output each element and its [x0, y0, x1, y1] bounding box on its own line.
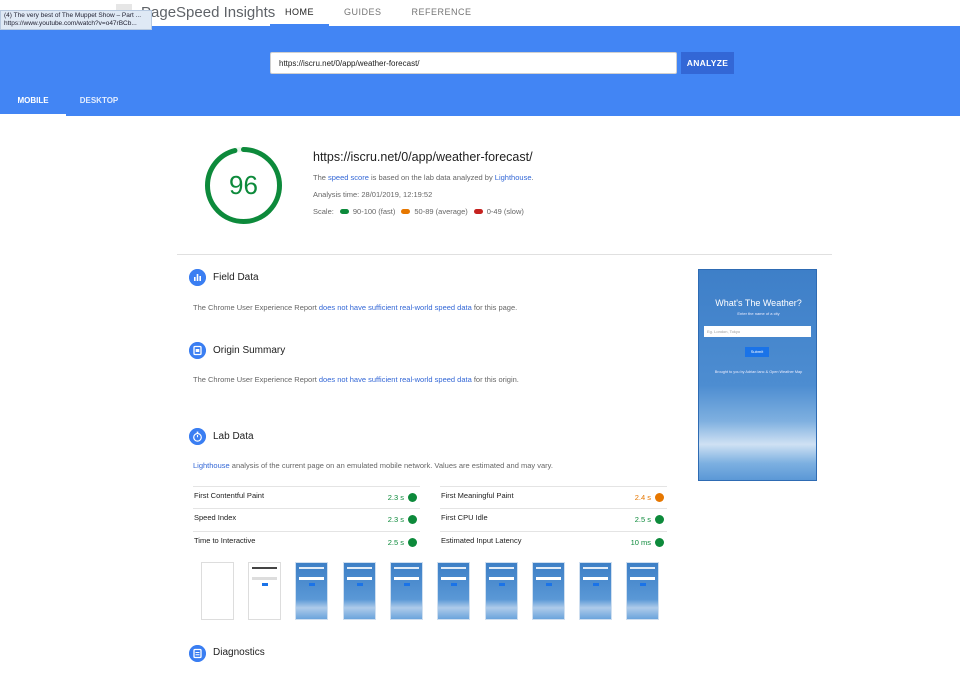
- filmstrip-frame: [437, 562, 470, 620]
- desc-text-pre: The: [313, 173, 329, 182]
- field-data-title: Field Data: [213, 272, 259, 283]
- device-tabs: MOBILE DESKTOP: [0, 90, 132, 116]
- check-icon: [408, 493, 417, 502]
- average-pill-icon: [401, 209, 411, 214]
- nav-reference[interactable]: REFERENCE: [397, 0, 487, 26]
- analyze-button[interactable]: ANALYZE: [681, 52, 734, 74]
- metric-label: First CPU Idle: [441, 513, 488, 522]
- score-scale: Scale: 90-100 (fast) 50-89 (average) 0-4…: [313, 207, 524, 216]
- filmstrip-frame: [532, 562, 565, 620]
- field-data-link[interactable]: does not have sufficient real-world spee…: [319, 303, 472, 312]
- check-icon: [408, 538, 417, 547]
- desc-text-mid: is based on the lab data analyzed by: [368, 173, 495, 182]
- tooltip-title: (4) The very best of The Muppet Show – P…: [4, 12, 142, 19]
- metric-value: 10 ms: [630, 538, 651, 547]
- page-screenshot-preview: What's The Weather? Enter the name of a …: [698, 269, 817, 481]
- metric-value: 2.4 s: [634, 493, 651, 502]
- filmstrip-frame: [390, 562, 423, 620]
- result-url: https://iscru.net/0/app/weather-forecast…: [313, 150, 533, 164]
- stopwatch-icon: [189, 428, 206, 445]
- metric-value: 2.3 s: [387, 493, 404, 502]
- field-data-text: The Chrome User Experience Report does n…: [193, 303, 517, 312]
- preview-title: What's The Weather?: [715, 298, 802, 308]
- origin-text-pre: The Chrome User Experience Report: [193, 375, 319, 384]
- preview-submit-button: Submit: [745, 347, 769, 357]
- filmstrip-frame: [579, 562, 612, 620]
- desc-text-post: .: [531, 173, 534, 182]
- origin-summary-title: Origin Summary: [213, 345, 286, 356]
- lighthouse-analysis-link[interactable]: Lighthouse: [193, 461, 230, 470]
- origin-text-post: for this origin.: [471, 375, 519, 384]
- score-value: 96: [229, 170, 258, 200]
- metric-speed-index: Speed Index 2.3 s: [193, 508, 420, 530]
- lighthouse-link[interactable]: Lighthouse: [495, 173, 532, 182]
- lab-data-text: Lighthouse analysis of the current page …: [193, 461, 553, 470]
- metric-first-contentful-paint: First Contentful Paint 2.3 s: [193, 486, 420, 508]
- check-icon: [408, 515, 417, 524]
- nav-guides[interactable]: GUIDES: [329, 0, 397, 26]
- metric-time-to-interactive: Time to Interactive 2.5 s: [193, 531, 420, 553]
- field-text-post: for this page.: [471, 303, 518, 312]
- metric-first-meaningful-paint: First Meaningful Paint 2.4 s: [440, 486, 667, 508]
- filmstrip-frame: [343, 562, 376, 620]
- filmstrip-frame: [626, 562, 659, 620]
- hero-banner: ANALYZE MOBILE DESKTOP: [0, 26, 960, 116]
- check-icon: [655, 515, 664, 524]
- tooltip-url: https://www.youtube.com/watch?v=o47rBCb.…: [4, 20, 137, 27]
- origin-summary-text: The Chrome User Experience Report does n…: [193, 375, 519, 384]
- preview-footer: Brought to you by Adrian Ianc & Open Wea…: [714, 370, 803, 374]
- metric-value: 2.5 s: [387, 538, 404, 547]
- filmstrip-frame: [248, 562, 281, 620]
- metric-value: 2.3 s: [387, 515, 404, 524]
- field-text-pre: The Chrome User Experience Report: [193, 303, 319, 312]
- top-nav: HOME GUIDES REFERENCE: [270, 0, 487, 26]
- filmstrip-frame-blank: [201, 562, 234, 620]
- url-input[interactable]: [270, 52, 677, 74]
- lab-text-post: analysis of the current page on an emula…: [229, 461, 553, 470]
- check-icon: [655, 538, 664, 547]
- origin-icon: [189, 342, 206, 359]
- diagnostics-icon: [189, 645, 206, 662]
- tab-desktop[interactable]: DESKTOP: [66, 90, 132, 116]
- preview-city-input: Eg. London, Tokyo: [704, 326, 811, 337]
- preview-subtitle: Enter the name of a city: [737, 311, 780, 316]
- scale-fast: 90-100 (fast): [352, 207, 396, 216]
- tab-mobile[interactable]: MOBILE: [0, 90, 66, 116]
- scale-slow: 0-49 (slow): [486, 207, 524, 216]
- brand-title[interactable]: PageSpeed Insights: [141, 4, 275, 21]
- fast-pill-icon: [339, 209, 349, 214]
- metric-label: First Contentful Paint: [194, 491, 265, 500]
- filmstrip-frame: [295, 562, 328, 620]
- metric-label: First Meaningful Paint: [441, 491, 514, 500]
- filmstrip-frame: [485, 562, 518, 620]
- nav-home[interactable]: HOME: [270, 0, 329, 26]
- scale-average: 50-89 (average): [414, 207, 468, 216]
- bar-chart-icon: [189, 269, 206, 286]
- lab-data-title: Lab Data: [213, 431, 254, 442]
- metric-first-cpu-idle: First CPU Idle 2.5 s: [440, 508, 667, 530]
- score-description: The speed score is based on the lab data…: [313, 173, 534, 182]
- warning-icon: [655, 493, 664, 502]
- speed-score-link[interactable]: speed score: [328, 173, 369, 182]
- metric-estimated-input-latency: Estimated Input Latency 10 ms: [440, 531, 667, 553]
- slow-pill-icon: [473, 209, 483, 214]
- origin-data-link[interactable]: does not have sufficient real-world spee…: [319, 375, 472, 384]
- metric-value: 2.5 s: [634, 515, 651, 524]
- diagnostics-title: Diagnostics: [213, 647, 265, 658]
- metric-label: Estimated Input Latency: [441, 536, 522, 545]
- metric-label: Speed Index: [194, 513, 237, 522]
- browser-tooltip: (4) The very best of The Muppet Show – P…: [0, 10, 152, 30]
- metric-label: Time to Interactive: [194, 536, 256, 545]
- scale-label: Scale:: [313, 207, 334, 216]
- analysis-time: Analysis time: 28/01/2019, 12:19:52: [313, 190, 433, 199]
- summary-divider: [177, 254, 832, 255]
